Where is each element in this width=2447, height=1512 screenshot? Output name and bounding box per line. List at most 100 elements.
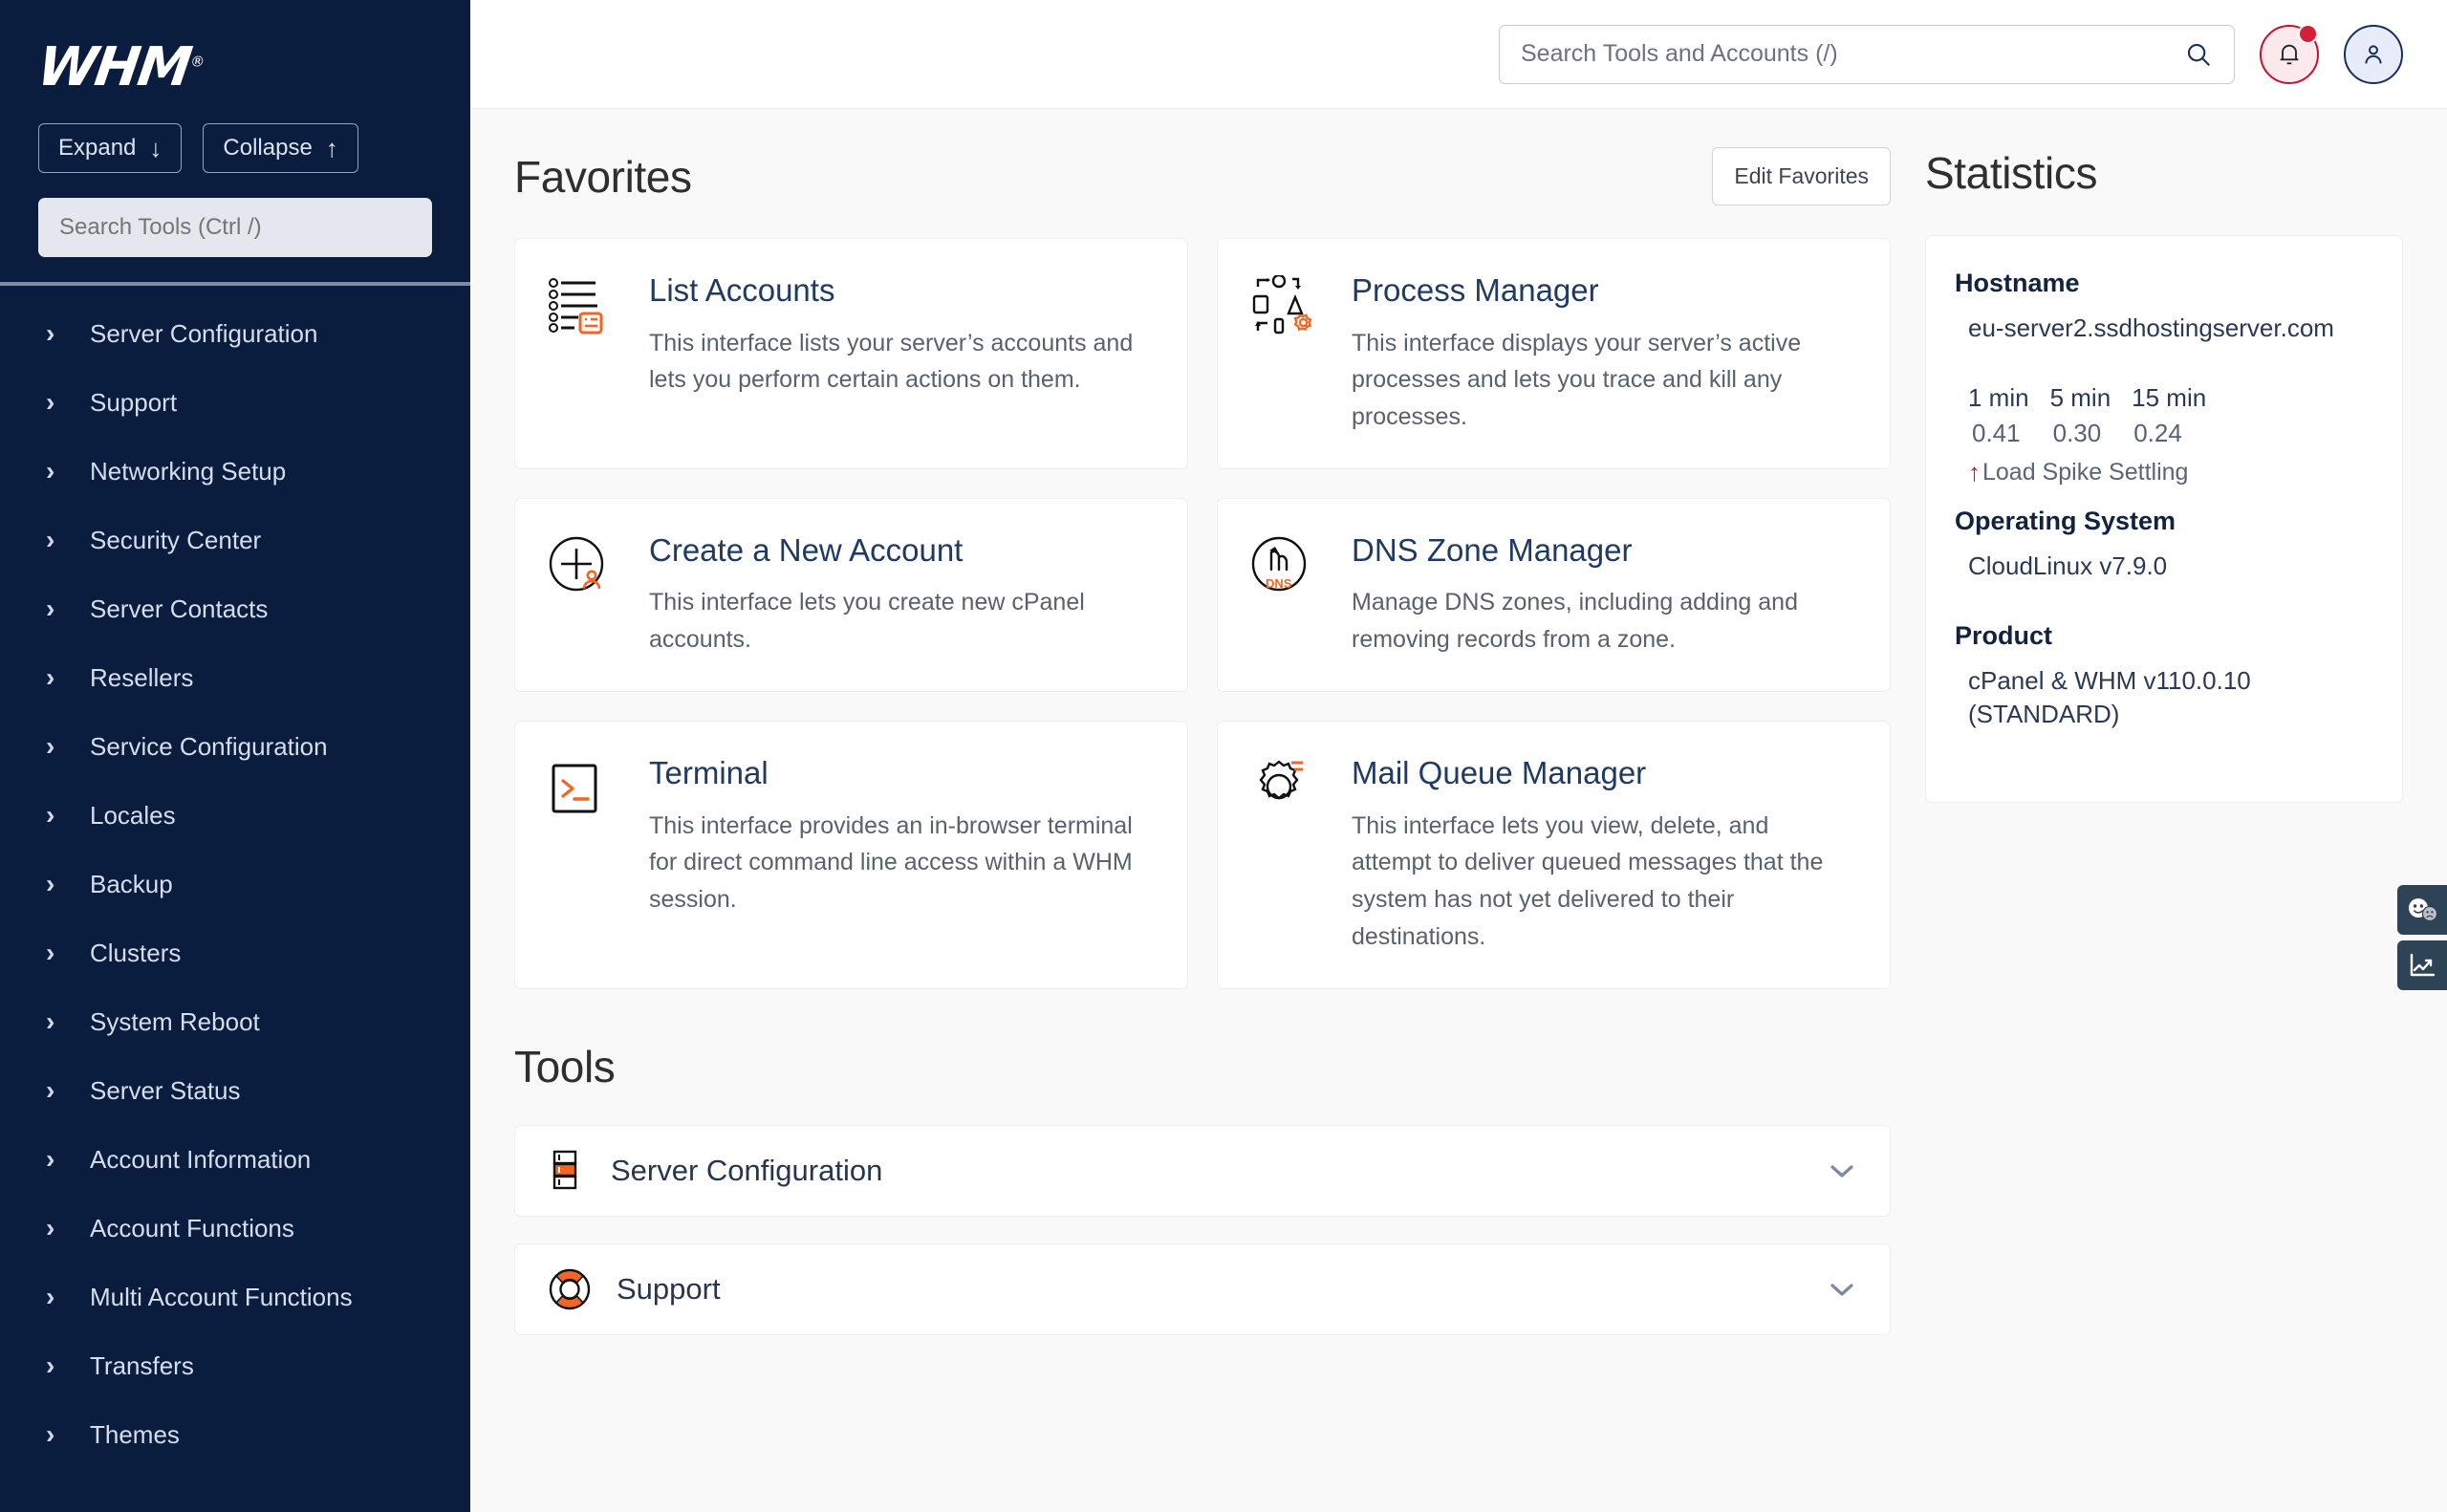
sidebar-item-backup[interactable]: › Backup xyxy=(0,850,470,918)
chevron-right-icon: › xyxy=(46,871,65,897)
sidebar-item-themes[interactable]: › Themes xyxy=(0,1400,470,1469)
sidebar-item-transfers[interactable]: › Transfers xyxy=(0,1331,470,1400)
sidebar-item-label: Transfers xyxy=(90,1351,194,1381)
chart-trend-icon xyxy=(2408,951,2436,980)
card-title: Terminal xyxy=(649,754,1151,792)
whm-logo[interactable]: WHM® xyxy=(0,0,470,98)
card-title: Mail Queue Manager xyxy=(1352,754,1853,792)
sidebar-item-label: Server Contacts xyxy=(90,594,268,624)
whm-logo-text: WHM xyxy=(33,36,194,98)
expand-button[interactable]: Expand ↓ xyxy=(38,123,182,173)
favorite-card-terminal[interactable]: Terminal This interface provides an in-b… xyxy=(514,721,1188,989)
load-average-headers: 1 min 5 min 15 min xyxy=(1955,383,2373,413)
card-description: This interface lets you create new cPane… xyxy=(649,584,1151,659)
sidebar-item-server-status[interactable]: › Server Status xyxy=(0,1056,470,1125)
favorite-card-create-a-new-account[interactable]: Create a New Account This interface lets… xyxy=(514,498,1188,692)
sidebar-item-server-contacts[interactable]: › Server Contacts xyxy=(0,574,470,643)
feedback-widget-button[interactable] xyxy=(2397,885,2447,935)
sidebar-item-multi-account-functions[interactable]: › Multi Account Functions xyxy=(0,1263,470,1331)
tool-row-support[interactable]: Support xyxy=(514,1243,1891,1335)
chevron-right-icon: › xyxy=(46,595,65,622)
load-header-5min: 5 min xyxy=(2050,383,2111,413)
statistics-card: Hostname eu-server2.ssdhostingserver.com… xyxy=(1925,235,2403,803)
favorites-grid: List Accounts This interface lists your … xyxy=(514,238,1891,989)
chevron-right-icon: › xyxy=(46,1215,65,1242)
global-search-box[interactable] xyxy=(1499,25,2235,84)
sidebar-item-clusters[interactable]: › Clusters xyxy=(0,918,470,987)
hostname-label: Hostname xyxy=(1955,269,2373,298)
sidebar-item-system-reboot[interactable]: › System Reboot xyxy=(0,987,470,1056)
load-spike-status: ↑ Load Spike Settling xyxy=(1955,458,2373,487)
analytics-widget-button[interactable] xyxy=(2397,940,2447,990)
list-accounts-icon xyxy=(548,271,622,436)
terminal-icon xyxy=(548,754,622,956)
page-title: Favorites xyxy=(514,151,692,203)
chevron-right-icon: › xyxy=(46,1146,65,1173)
bell-icon xyxy=(2276,41,2303,68)
arrow-up-icon: ↑ xyxy=(1968,458,1981,487)
card-body: Mail Queue Manager This interface lets y… xyxy=(1352,754,1853,956)
favorite-card-process-manager[interactable]: Process Manager This interface displays … xyxy=(1217,238,1891,469)
load-spike-text: Load Spike Settling xyxy=(1982,459,2188,486)
card-body: DNS Zone Manager Manage DNS zones, inclu… xyxy=(1352,531,1853,659)
sidebar-item-server-configuration[interactable]: › Server Configuration xyxy=(0,299,470,368)
server-config-icon xyxy=(548,1149,586,1193)
chevron-right-icon: › xyxy=(46,1284,65,1310)
chevron-right-icon: › xyxy=(46,733,65,760)
sidebar-item-resellers[interactable]: › Resellers xyxy=(0,643,470,712)
load-value-15min: 0.24 xyxy=(2133,419,2182,448)
sidebar-item-label: Server Configuration xyxy=(90,319,317,349)
sidebar-item-networking-setup[interactable]: › Networking Setup xyxy=(0,437,470,506)
chevron-right-icon: › xyxy=(46,527,65,553)
sidebar-item-security-center[interactable]: › Security Center xyxy=(0,506,470,574)
registered-mark: ® xyxy=(189,53,206,70)
sidebar-item-service-configuration[interactable]: › Service Configuration xyxy=(0,712,470,781)
favorite-card-dns-zone-manager[interactable]: DNS DNS Zone Manager Manage DNS zones, i… xyxy=(1217,498,1891,692)
tools-title: Tools xyxy=(514,1041,1891,1092)
search-icon xyxy=(2184,40,2213,69)
chevron-right-icon: › xyxy=(46,940,65,966)
user-icon xyxy=(2360,41,2387,68)
favorite-card-list-accounts[interactable]: List Accounts This interface lists your … xyxy=(514,238,1188,469)
collapse-button[interactable]: Collapse ↑ xyxy=(203,123,357,173)
sidebar-item-label: Clusters xyxy=(90,939,181,968)
product-value: cPanel & WHM v110.0.10 (STANDARD) xyxy=(1955,664,2373,731)
chevron-right-icon: › xyxy=(46,1008,65,1035)
chevron-down-icon[interactable] xyxy=(1827,1280,1857,1299)
arrow-up-icon: ↑ xyxy=(326,136,338,161)
svg-text:DNS: DNS xyxy=(1266,576,1292,591)
tools-section: Tools xyxy=(514,1041,1891,1335)
chevron-down-icon[interactable] xyxy=(1827,1161,1857,1180)
collapse-label: Collapse xyxy=(223,135,312,162)
sidebar-item-locales[interactable]: › Locales xyxy=(0,781,470,850)
edit-favorites-button[interactable]: Edit Favorites xyxy=(1712,147,1891,205)
favorite-card-mail-queue-manager[interactable]: Mail Queue Manager This interface lets y… xyxy=(1217,721,1891,989)
whm-app: WHM® Expand ↓ Collapse ↑ › Server Config… xyxy=(0,0,2447,1512)
tool-row-server-configuration[interactable]: Server Configuration xyxy=(514,1125,1891,1217)
arrow-down-icon: ↓ xyxy=(149,136,162,161)
sidebar-item-account-functions[interactable]: › Account Functions xyxy=(0,1194,470,1263)
sidebar-search-input[interactable] xyxy=(38,198,432,257)
topbar xyxy=(470,0,2447,109)
floating-widgets xyxy=(2397,885,2447,990)
create-account-icon xyxy=(548,531,622,659)
card-description: This interface provides an in-browser te… xyxy=(649,808,1151,918)
sidebar-item-support[interactable]: › Support xyxy=(0,368,470,437)
statistics-column: Statistics Hostname eu-server2.ssdhostin… xyxy=(1925,147,2403,1512)
card-description: This interface lists your server’s accou… xyxy=(649,325,1151,400)
sidebar-item-label: Server Status xyxy=(90,1076,241,1106)
chevron-right-icon: › xyxy=(46,1352,65,1379)
sidebar-item-label: Support xyxy=(90,388,177,418)
card-body: Create a New Account This interface lets… xyxy=(649,531,1151,659)
user-account-button[interactable] xyxy=(2344,25,2403,84)
card-body: Process Manager This interface displays … xyxy=(1352,271,1853,436)
sidebar-item-label: Account Information xyxy=(90,1145,311,1175)
mail-queue-icon xyxy=(1250,754,1325,956)
sidebar-item-account-information[interactable]: › Account Information xyxy=(0,1125,470,1194)
notifications-button[interactable] xyxy=(2260,25,2319,84)
chevron-right-icon: › xyxy=(46,1077,65,1104)
load-value-5min: 0.30 xyxy=(2053,419,2102,448)
global-search-input[interactable] xyxy=(1521,40,2184,68)
sidebar-item-label: System Reboot xyxy=(90,1007,260,1037)
card-title: List Accounts xyxy=(649,271,1151,310)
